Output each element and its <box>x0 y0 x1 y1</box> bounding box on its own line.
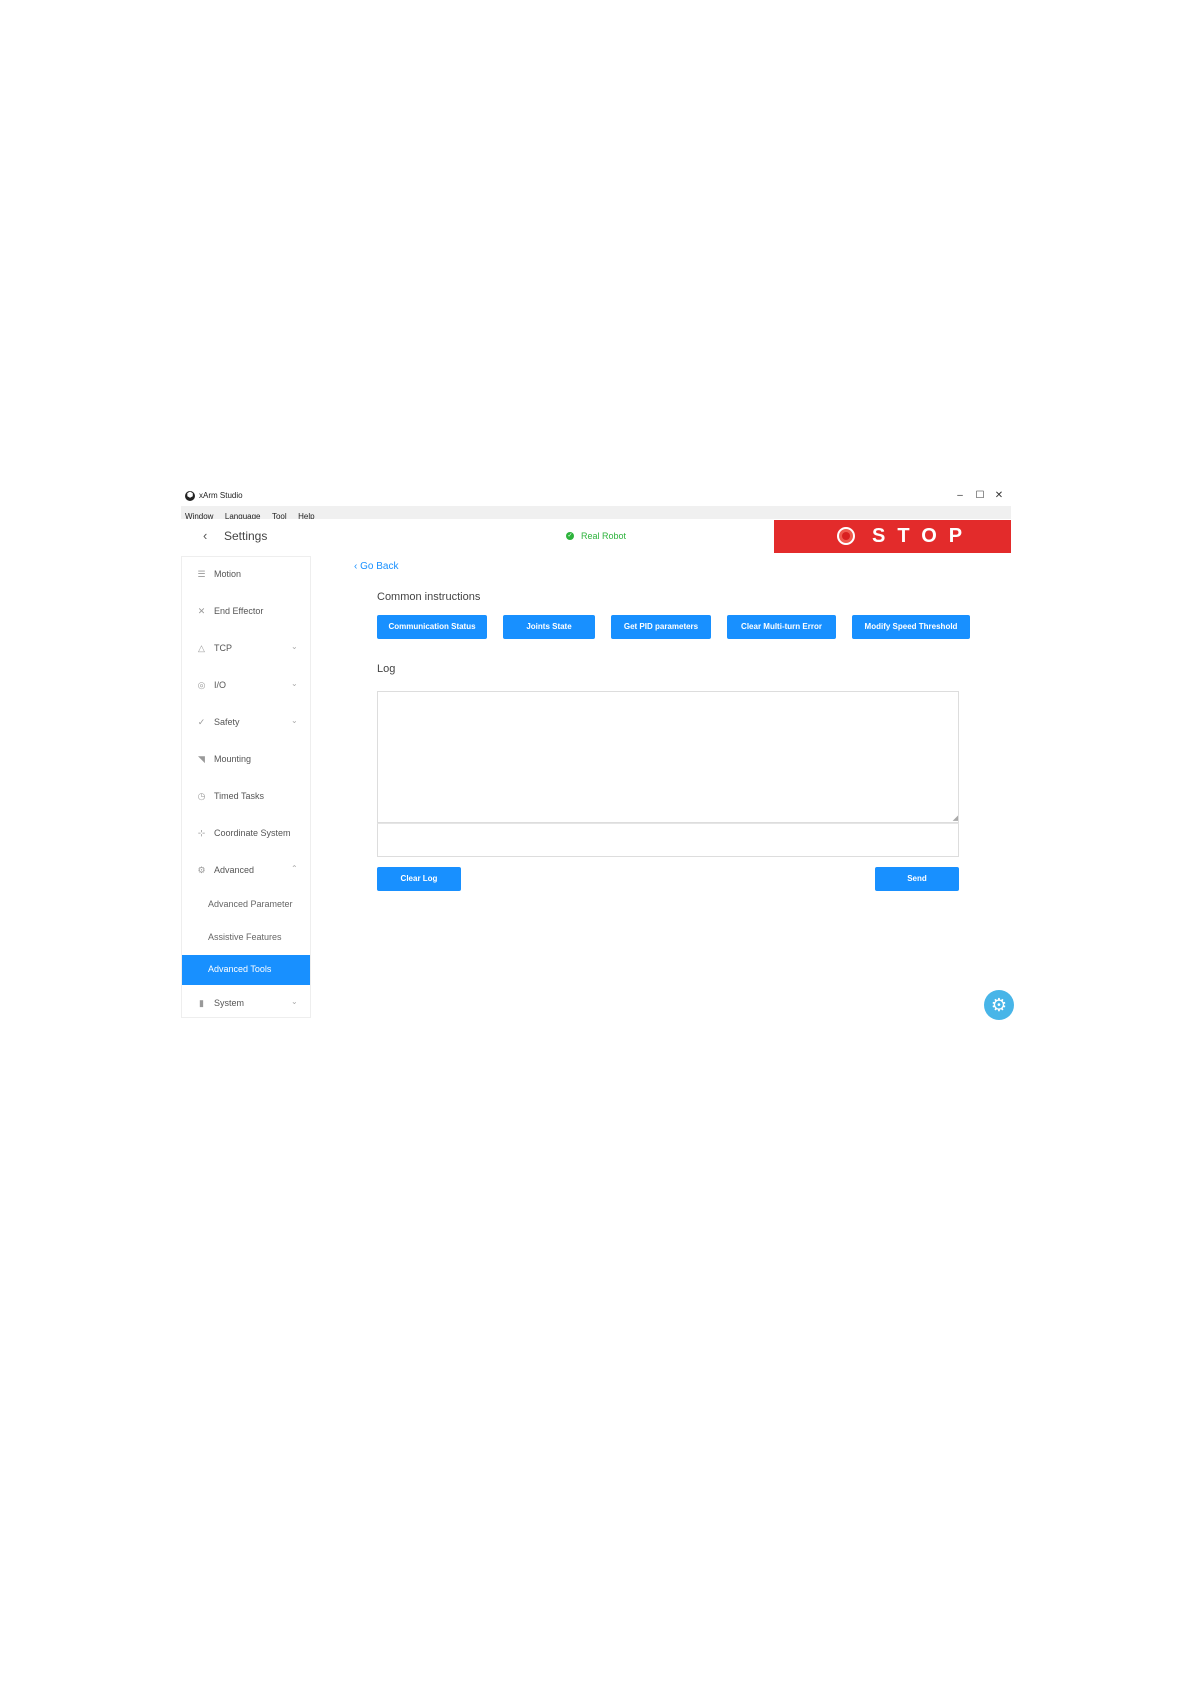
sidebar-item-label: I/O <box>214 680 227 690</box>
coordinate-system-icon: ⊹ <box>197 828 206 838</box>
common-instructions-title: Common instructions <box>377 591 481 603</box>
stop-circle-icon <box>837 527 855 545</box>
sidebar-item-end-effector[interactable]: ✕ End Effector <box>182 597 310 627</box>
get-pid-parameters-button[interactable]: Get PID parameters <box>611 615 711 639</box>
app-logo-icon: ⬢ <box>185 491 195 501</box>
check-circle-icon: ✓ <box>566 532 574 540</box>
close-button[interactable]: ✕ <box>989 489 1009 503</box>
minimize-button[interactable]: – <box>950 489 970 503</box>
stop-label: STOP <box>872 525 975 547</box>
command-input[interactable] <box>377 823 959 857</box>
mounting-icon: ◥ <box>198 754 205 764</box>
modify-speed-threshold-button[interactable]: Modify Speed Threshold <box>852 615 970 639</box>
go-back-link[interactable]: ‹ Go Back <box>354 561 398 572</box>
floating-settings-gear-icon[interactable]: ⚙ <box>984 990 1014 1020</box>
sidebar-subitem-label: Advanced Tools <box>208 964 272 974</box>
sidebar-item-timed-tasks[interactable]: ◷ Timed Tasks <box>182 782 310 812</box>
title-bar: ⬢ xArm Studio – ☐ ✕ <box>181 486 1011 506</box>
sidebar-item-label: End Effector <box>214 606 264 616</box>
chevron-down-icon: ⌄ <box>291 716 298 725</box>
tcp-icon: △ <box>198 643 205 653</box>
sidebar-subitem-advanced-parameter[interactable]: Advanced Parameter <box>182 890 310 920</box>
chevron-down-icon: ⌄ <box>291 679 298 688</box>
sidebar-item-mounting[interactable]: ◥ Mounting <box>182 745 310 775</box>
log-title: Log <box>377 663 396 675</box>
chevron-down-icon: ⌄ <box>291 642 298 651</box>
io-icon: ◎ <box>197 680 206 690</box>
advanced-icon: ⚙ <box>197 865 206 875</box>
emergency-stop-button[interactable]: STOP <box>774 520 1011 553</box>
sidebar-item-label: Motion <box>214 569 242 579</box>
sidebar-item-label: Mounting <box>214 754 252 764</box>
motion-icon: ☰ <box>197 569 206 579</box>
maximize-button[interactable]: ☐ <box>970 489 990 503</box>
chevron-down-icon: ⌄ <box>291 997 298 1006</box>
end-effector-icon: ✕ <box>197 606 206 616</box>
sidebar-item-label: TCP <box>214 643 232 653</box>
send-button[interactable]: Send <box>875 867 959 891</box>
sidebar-subitem-label: Assistive Features <box>208 932 282 942</box>
timed-tasks-icon: ◷ <box>197 791 206 801</box>
sidebar-item-advanced[interactable]: ⚙ Advanced ⌃ <box>182 856 310 886</box>
sidebar-item-coordinate-system[interactable]: ⊹ Coordinate System <box>182 819 310 849</box>
sidebar-item-label: Safety <box>214 717 240 727</box>
main-content: ‹ Go Back Common instructions Communicat… <box>311 553 1011 1018</box>
back-chevron-icon[interactable]: ‹ <box>203 528 207 543</box>
system-icon: ▮ <box>199 998 204 1008</box>
sidebar-item-motion[interactable]: ☰ Motion <box>182 560 310 590</box>
safety-icon: ✓ <box>197 717 206 727</box>
sidebar-item-tcp[interactable]: △ TCP ⌄ <box>182 634 310 664</box>
app-window: ⬢ xArm Studio – ☐ ✕ Window Language Tool… <box>181 486 1014 1020</box>
sidebar-item-label: Timed Tasks <box>214 791 265 801</box>
sidebar-item-io[interactable]: ◎ I/O ⌄ <box>182 671 310 701</box>
sidebar-item-label: Advanced <box>214 865 255 875</box>
clear-log-button[interactable]: Clear Log <box>377 867 461 891</box>
robot-status: Real Robot <box>581 531 627 541</box>
chevron-up-icon: ⌃ <box>291 864 298 873</box>
clear-multi-turn-error-button[interactable]: Clear Multi-turn Error <box>727 615 836 639</box>
sidebar-item-label: System <box>214 998 245 1008</box>
joints-state-button[interactable]: Joints State <box>503 615 595 639</box>
sidebar-item-safety[interactable]: ✓ Safety ⌄ <box>182 708 310 738</box>
sidebar-item-label: Coordinate System <box>214 828 291 838</box>
log-textarea[interactable] <box>377 691 959 823</box>
communication-status-button[interactable]: Communication Status <box>377 615 487 639</box>
sidebar-item-system[interactable]: ▮ System ⌄ <box>182 989 310 1019</box>
settings-sidebar: ☰ Motion ✕ End Effector △ TCP ⌄ ◎ I/O ⌄ … <box>181 556 311 1018</box>
page-title: Settings <box>224 529 268 543</box>
go-back-label: Go Back <box>360 561 399 572</box>
app-title: xArm Studio <box>199 491 243 500</box>
menu-bar: Window Language Tool Help <box>181 506 1011 521</box>
header-bar: ‹ Settings ✓ Real Robot STOP <box>181 519 1011 553</box>
sidebar-subitem-advanced-tools[interactable]: Advanced Tools <box>182 955 310 985</box>
sidebar-subitem-label: Advanced Parameter <box>208 899 293 909</box>
sidebar-subitem-assistive-features[interactable]: Assistive Features <box>182 923 310 953</box>
